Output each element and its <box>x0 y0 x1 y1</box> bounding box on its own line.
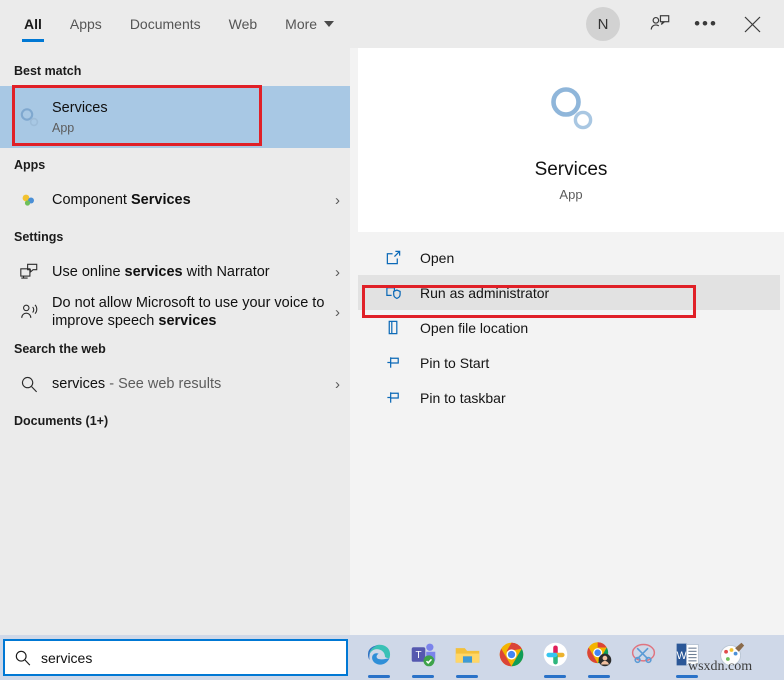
best-match-header: Best match <box>14 64 82 78</box>
search-body: Best match Services App Apps Component S… <box>0 48 784 635</box>
services-gears-icon <box>540 78 602 145</box>
action-open-file-location[interactable]: Open file location <box>358 310 784 345</box>
component-services-icon <box>14 191 44 209</box>
settings-header: Settings <box>14 230 64 244</box>
narrator-monitor-icon <box>14 262 44 282</box>
tab-apps-label: Apps <box>69 16 102 32</box>
taskbar-search-box[interactable]: services <box>3 639 348 676</box>
chevron-right-icon[interactable]: › <box>329 376 340 393</box>
pin-icon <box>380 389 406 406</box>
result-title: Component Services <box>52 191 191 208</box>
ellipsis-icon[interactable]: ••• <box>686 4 726 44</box>
result-item-web-search[interactable]: services - See web results › <box>0 364 350 404</box>
action-label: Pin to Start <box>420 354 490 371</box>
result-item-component-services[interactable]: Component Services › <box>0 180 350 220</box>
result-subtitle: App <box>52 120 75 135</box>
svg-text:T: T <box>415 650 421 661</box>
services-gears-icon <box>14 104 44 130</box>
taskbar-app-snipping-tool[interactable] <box>624 637 662 679</box>
preview-subtitle: App <box>559 187 583 202</box>
taskbar-app-microsoft-edge[interactable] <box>360 637 398 679</box>
tab-web-label: Web <box>228 16 258 32</box>
taskbar-app-microsoft-teams[interactable]: T <box>404 637 442 679</box>
tab-documents-label: Documents <box>129 16 201 32</box>
tab-all[interactable]: All <box>10 0 56 48</box>
preview-title: Services <box>534 159 608 180</box>
close-icon[interactable] <box>732 4 772 44</box>
action-open[interactable]: Open <box>358 240 784 275</box>
documents-header: Documents (1+) <box>14 414 109 428</box>
action-pin-to-start[interactable]: Pin to Start <box>358 345 784 380</box>
tab-apps[interactable]: Apps <box>56 0 116 48</box>
action-label: Pin to taskbar <box>420 389 506 406</box>
search-the-web-header: Search the web <box>14 342 106 356</box>
result-item-voice-services[interactable]: Do not allow Microsoft to use your voice… <box>0 292 350 332</box>
search-header: All Apps Documents Web More N ••• <box>0 0 784 48</box>
folder-location-icon <box>380 319 406 336</box>
person-feedback-icon[interactable] <box>640 4 680 44</box>
tab-web[interactable]: Web <box>215 0 272 48</box>
shield-admin-icon <box>380 284 406 301</box>
taskbar: services T W <box>0 635 784 680</box>
action-run-as-administrator[interactable]: Run as administrator <box>358 275 780 310</box>
pin-icon <box>380 354 406 371</box>
apps-header: Apps <box>14 158 46 172</box>
result-item-narrator-services[interactable]: Use online services with Narrator › <box>0 252 350 292</box>
preview-pane: Services App Open Run as administrator O… <box>350 48 784 635</box>
chevron-right-icon[interactable]: › <box>329 264 340 281</box>
header-actions: N ••• <box>586 0 784 48</box>
start-search-panel: All Apps Documents Web More N ••• Best m… <box>0 0 784 635</box>
avatar[interactable]: N <box>586 7 620 41</box>
search-input[interactable]: services <box>41 650 92 666</box>
taskbar-app-google-chrome[interactable] <box>492 637 530 679</box>
open-external-icon <box>380 249 406 266</box>
app-actions-list: Open Run as administrator Open file loca… <box>358 240 784 415</box>
taskbar-app-chrome-profile[interactable] <box>580 637 618 679</box>
svg-text:W: W <box>676 650 687 662</box>
avatar-initial: N <box>597 15 609 33</box>
tab-documents[interactable]: Documents <box>116 0 215 48</box>
result-item-services[interactable]: Services App <box>0 86 350 148</box>
search-icon <box>14 375 44 394</box>
app-preview-card: Services App <box>358 48 784 232</box>
results-list: Best match Services App Apps Component S… <box>0 48 350 635</box>
tab-all-label: All <box>24 16 42 32</box>
result-title: Services <box>52 100 108 117</box>
taskbar-app-file-explorer[interactable] <box>448 637 486 679</box>
result-title: services - See web results <box>52 375 222 392</box>
action-label: Open file location <box>420 319 529 336</box>
chevron-right-icon[interactable]: › <box>329 192 340 209</box>
action-label: Open <box>420 249 455 266</box>
action-label: Run as administrator <box>420 284 550 301</box>
tab-more[interactable]: More <box>271 0 348 48</box>
result-title: Use online services with Narrator <box>52 263 270 280</box>
search-icon <box>5 649 41 667</box>
chevron-down-icon <box>324 21 335 27</box>
taskbar-app-slack[interactable] <box>536 637 574 679</box>
tab-more-label: More <box>285 16 318 32</box>
screen: All Apps Documents Web More N ••• Best m… <box>0 0 784 680</box>
watermark: wsxdn.com <box>688 659 753 674</box>
action-pin-to-taskbar[interactable]: Pin to taskbar <box>358 380 784 415</box>
result-title: Do not allow Microsoft to use your voice… <box>52 294 325 329</box>
filter-tabs: All Apps Documents Web More <box>0 0 348 48</box>
chevron-right-icon[interactable]: › <box>329 304 340 321</box>
voice-person-icon <box>14 302 44 322</box>
